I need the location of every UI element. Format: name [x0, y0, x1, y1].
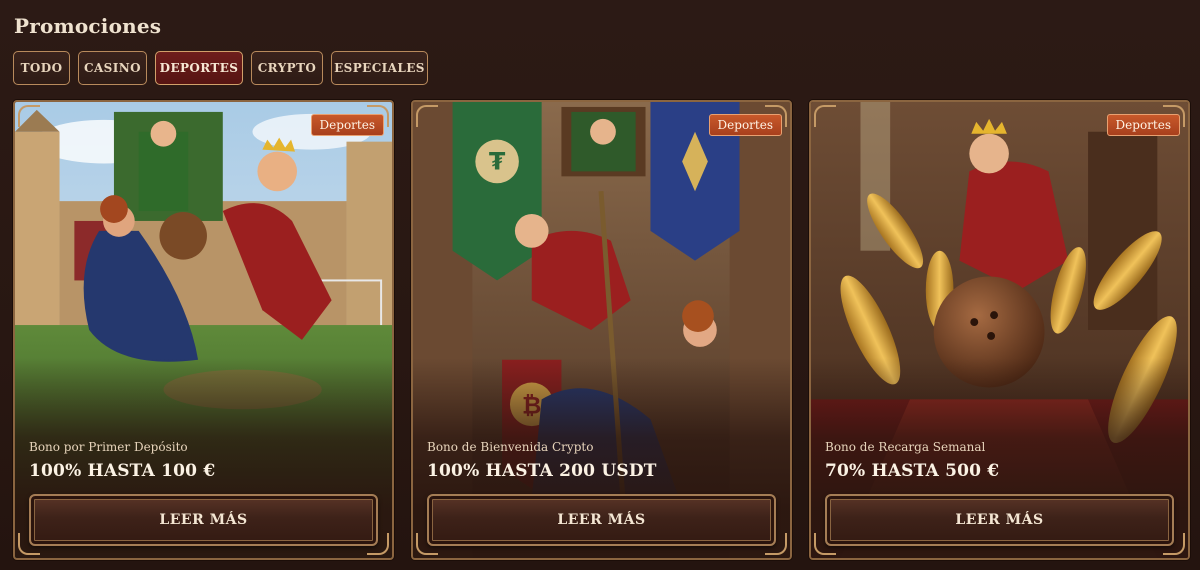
category-badge: Deportes	[1106, 114, 1180, 136]
frame-corner	[416, 105, 438, 127]
promo-subtitle: Bono por Primer Depósito	[29, 440, 188, 454]
promo-cards: Deportes Bono por Primer Depósito 100% H…	[13, 100, 1190, 560]
promo-amount: 70% HASTA 500 €	[825, 461, 1000, 481]
promo-subtitle: Bono de Bienvenida Crypto	[427, 440, 594, 454]
promo-amount: 100% HASTA 200 USDT	[427, 461, 657, 481]
promo-card-crypto-welcome[interactable]: ₮ ₿ Deportes Bono de Bienvenida Crypto 1…	[411, 100, 792, 560]
frame-corner	[18, 105, 40, 127]
category-badge: Deportes	[310, 114, 384, 136]
filter-casino[interactable]: CASINO	[78, 51, 147, 85]
promo-amount: 100% HASTA 100 €	[29, 461, 216, 481]
promo-card-weekly-reload[interactable]: Deportes Bono de Recarga Semanal 70% HAS…	[809, 100, 1190, 560]
promo-card-first-deposit[interactable]: Deportes Bono por Primer Depósito 100% H…	[13, 100, 394, 560]
read-more-button[interactable]: LEER MÁS	[427, 494, 776, 546]
filter-especiales[interactable]: ESPECIALES	[331, 51, 428, 85]
filter-deportes[interactable]: DEPORTES	[155, 51, 243, 85]
promo-filter-tabs: TODO CASINO DEPORTES CRYPTO ESPECIALES	[13, 51, 428, 85]
filter-crypto[interactable]: CRYPTO	[251, 51, 323, 85]
svg-text:₮: ₮	[489, 147, 506, 175]
read-more-button[interactable]: LEER MÁS	[29, 494, 378, 546]
frame-corner	[814, 105, 836, 127]
page-title: Promociones	[14, 14, 162, 38]
category-badge: Deportes	[708, 114, 782, 136]
read-more-button[interactable]: LEER MÁS	[825, 494, 1174, 546]
promo-subtitle: Bono de Recarga Semanal	[825, 440, 986, 454]
filter-todo[interactable]: TODO	[13, 51, 70, 85]
